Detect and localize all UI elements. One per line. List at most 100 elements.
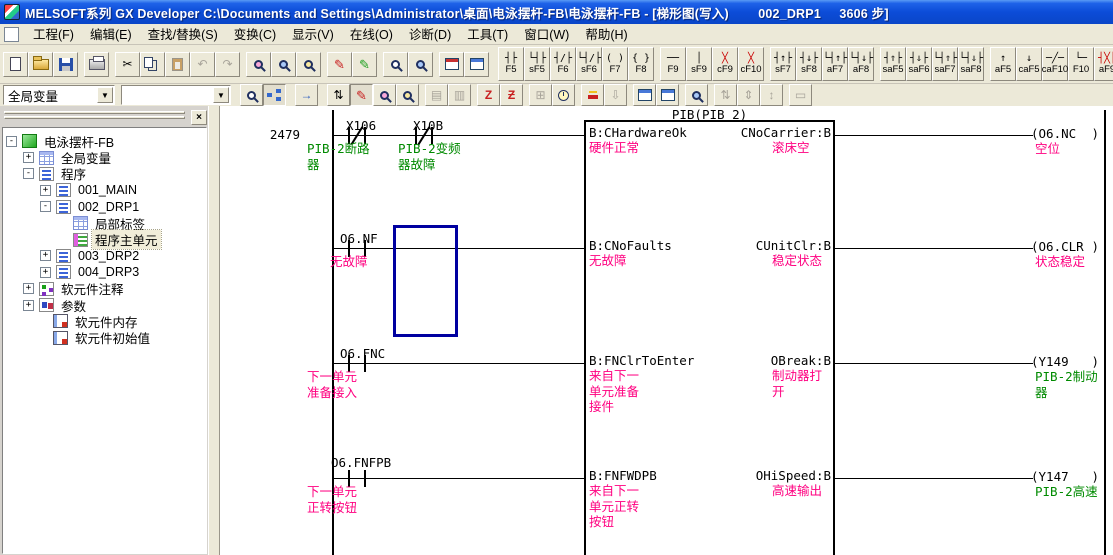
caf5-invert-result-down-button[interactable]: ↓caF5	[1016, 47, 1042, 81]
scope-select[interactable]: 全局变量 ▼	[3, 85, 115, 105]
f5-open-contact-button[interactable]: ┤├F5	[498, 47, 524, 81]
device-use-list-button[interactable]	[408, 52, 433, 77]
expander-icon[interactable]: -	[40, 201, 51, 212]
ladder-edit-mode-button[interactable]: ✎	[350, 84, 373, 106]
program-check-button[interactable]: ⊞	[529, 84, 552, 106]
expander-icon[interactable]: +	[40, 185, 51, 196]
tree-item-device-init-values[interactable]: 软元件初始值	[3, 330, 206, 346]
new-project-button[interactable]	[3, 52, 28, 77]
f8-instruction-button[interactable]: { }F8	[628, 47, 654, 81]
fb-output-label[interactable]: OBreak:B	[673, 353, 831, 368]
expander-icon[interactable]: +	[23, 300, 34, 311]
tree-item-global-vars[interactable]: + 全局变量	[3, 149, 206, 165]
redo-button[interactable]: ↷	[215, 52, 240, 77]
tree-item-device-comments[interactable]: + 软元件注释	[3, 281, 206, 297]
coil-o6clr[interactable]: (O6.CLR)	[1031, 239, 1099, 254]
tree-item-programs[interactable]: - 程序	[3, 166, 206, 182]
project-tree-toggle-button[interactable]	[263, 84, 286, 106]
find-instruction-button[interactable]	[271, 52, 296, 77]
chevron-down-icon[interactable]: ▼	[213, 87, 229, 103]
tree-item-003-drp2[interactable]: + 003_DRP2	[3, 248, 206, 264]
saf7-pulse-ne-branch-button[interactable]: └┤⇑├saF7	[932, 47, 958, 81]
dock-grip-handle[interactable]	[4, 116, 185, 119]
dock-grip-handle[interactable]	[4, 111, 185, 114]
menu-convert[interactable]: 变换(C)	[226, 22, 284, 46]
menu-find-replace[interactable]: 查找/替换(S)	[140, 22, 226, 46]
cf10-delete-vline-button[interactable]: ╳cF10	[738, 47, 764, 81]
menu-diagnostics[interactable]: 诊断(D)	[401, 22, 459, 46]
copy-button[interactable]	[140, 52, 165, 77]
expander-icon[interactable]: +	[23, 152, 34, 163]
chevron-down-icon[interactable]: ▼	[97, 87, 113, 103]
find-replace-2-button[interactable]	[396, 84, 419, 106]
mdi-child-icon[interactable]	[4, 27, 19, 42]
sf9-vline-button[interactable]: │sF9	[686, 47, 712, 81]
saf8-pulse-ne-close-branch-button[interactable]: └┤⇓├saF8	[958, 47, 984, 81]
close-panel-button[interactable]: ×	[191, 110, 207, 125]
expander-icon[interactable]: +	[40, 267, 51, 278]
fb-input-label[interactable]: B:FNFWDPB	[589, 468, 657, 483]
f10-line-draw-button[interactable]: └─F10	[1068, 47, 1094, 81]
ladder-editor[interactable]: PIB(PIB_2) 2479 X106 X10B PIB-2断路 器 PIB-…	[220, 106, 1113, 555]
find-string-button[interactable]	[296, 52, 321, 77]
coil-y147[interactable]: (Y147)	[1031, 469, 1099, 484]
sort-address-button[interactable]: ↕	[760, 84, 783, 106]
sf8-falling-pulse-button[interactable]: ┤↓├sF8	[796, 47, 822, 81]
find-device-2-button[interactable]	[373, 84, 396, 106]
expander-icon[interactable]: +	[40, 250, 51, 261]
cross-reference-button[interactable]	[383, 52, 408, 77]
sf7-rising-pulse-button[interactable]: ┤↑├sF7	[770, 47, 796, 81]
expander-icon[interactable]: +	[23, 283, 34, 294]
download-button[interactable]: ⇩	[604, 84, 627, 106]
af9-line-delete-button[interactable]: ┤╳├aF9	[1094, 47, 1113, 81]
af8-falling-pulse-branch-button[interactable]: └┤↓├aF8	[848, 47, 874, 81]
device-test-button[interactable]: →	[295, 84, 318, 106]
tree-item-parameters[interactable]: + 参数	[3, 297, 206, 313]
comment-display-button[interactable]	[240, 84, 263, 106]
tree-item-program-body[interactable]: 程序主单元	[3, 231, 206, 247]
tree-item-device-memory[interactable]: 软元件内存	[3, 313, 206, 329]
tree-item-001-main[interactable]: + 001_MAIN	[3, 182, 206, 198]
saf5-pulse-ne-contact-button[interactable]: ┤⇑├saF5	[880, 47, 906, 81]
sort-descending-button[interactable]: ⇕	[737, 84, 760, 106]
menu-project[interactable]: 工程(F)	[25, 22, 82, 46]
title-bar[interactable]: MELSOFT系列 GX Developer C:\Documents and …	[0, 0, 1113, 24]
fb-input-label[interactable]: B:CNoFaults	[589, 238, 672, 253]
fb-output-label[interactable]: OHiSpeed:B	[673, 468, 831, 483]
monitor-clock-button[interactable]	[552, 84, 575, 106]
undo-button[interactable]: ↶	[190, 52, 215, 77]
caf10-invert-operation-button[interactable]: ─╱─caF10	[1042, 47, 1068, 81]
screen-find-button[interactable]	[464, 52, 489, 77]
jump-target-window-button[interactable]	[656, 84, 679, 106]
comment-bar-button[interactable]: ▭	[789, 84, 812, 106]
monitor-mode-button[interactable]	[685, 84, 708, 106]
save-project-button[interactable]	[53, 52, 78, 77]
saf6-pulse-ne-close-button[interactable]: ┤⇓├saF6	[906, 47, 932, 81]
print-button[interactable]	[84, 52, 109, 77]
list-display-button[interactable]: ⇅	[327, 84, 350, 106]
af5-invert-result-up-button[interactable]: ↑aF5	[990, 47, 1016, 81]
panel-splitter[interactable]	[208, 106, 220, 555]
expander-icon[interactable]: -	[23, 168, 34, 179]
remote-operation-button[interactable]: ▤	[425, 84, 448, 106]
tree-item-004-drp3[interactable]: + 004_DRP3	[3, 264, 206, 280]
jump-source-window-button[interactable]	[633, 84, 656, 106]
coil-o6nc[interactable]: (O6.NC)	[1031, 126, 1099, 141]
sort-ascending-button[interactable]: ⇅	[714, 84, 737, 106]
cf9-delete-hline-button[interactable]: ╳cF9	[712, 47, 738, 81]
fb-output-label[interactable]: CNoCarrier:B	[673, 125, 831, 140]
convert-block-button[interactable]: Z	[477, 84, 500, 106]
tree-item-project-root[interactable]: - 电泳摆杆-FB	[3, 133, 206, 149]
open-project-button[interactable]	[28, 52, 53, 77]
f9-hline-button[interactable]: ──F9	[660, 47, 686, 81]
convert-online-button[interactable]: Ƶ	[500, 84, 523, 106]
menu-online[interactable]: 在线(O)	[342, 22, 401, 46]
menu-help[interactable]: 帮助(H)	[577, 22, 635, 46]
stamp-button[interactable]	[581, 84, 604, 106]
tree-item-local-labels[interactable]: 局部标签	[3, 215, 206, 231]
variable-select[interactable]: ▼	[121, 85, 231, 105]
menu-edit[interactable]: 编辑(E)	[82, 22, 140, 46]
f6-close-contact-button[interactable]: ┤/├F6	[550, 47, 576, 81]
remote-stop-button[interactable]: ▥	[448, 84, 471, 106]
project-window-button[interactable]	[439, 52, 464, 77]
